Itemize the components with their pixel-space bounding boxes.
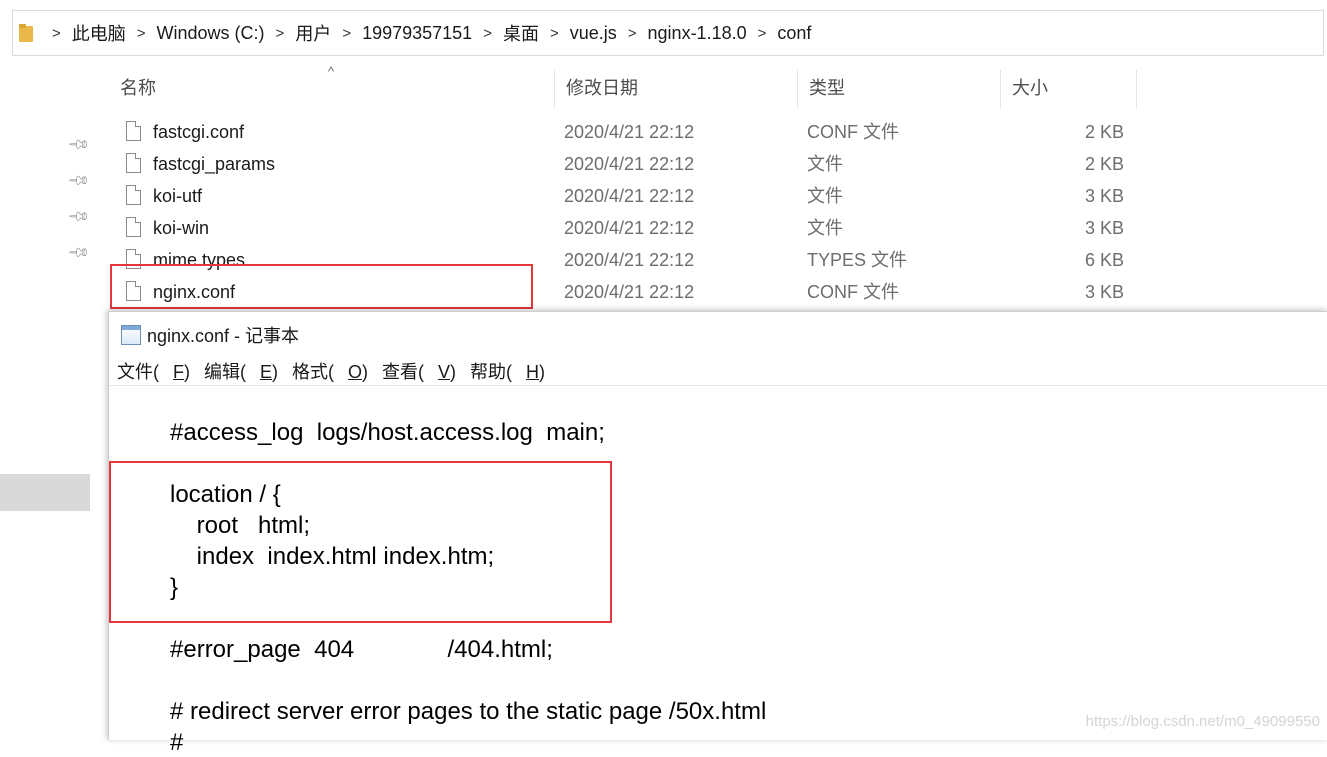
chevron-right-icon[interactable]: > xyxy=(628,25,637,42)
notepad-title-bar[interactable]: nginx.conf - 记事本 xyxy=(121,322,299,348)
file-size: 3 KB xyxy=(1084,218,1124,238)
file-date: 2020/4/21 22:12 xyxy=(564,186,695,206)
highlight-box xyxy=(110,264,533,309)
menu-paren: ) xyxy=(362,362,369,382)
file-size: 3 KB xyxy=(1084,282,1124,302)
file-type: CONF 文件 xyxy=(807,122,899,142)
notepad-icon xyxy=(121,325,141,345)
folder-icon xyxy=(19,24,33,42)
file-type: CONF 文件 xyxy=(807,282,899,302)
menu-divider xyxy=(109,385,1327,386)
file-date: 2020/4/21 22:12 xyxy=(564,250,695,270)
menu-paren: ) xyxy=(539,362,546,382)
file-date: 2020/4/21 22:12 xyxy=(564,218,695,238)
menu-help[interactable]: 帮助( H) xyxy=(470,358,545,384)
code-line: #error_page 404 /404.html; xyxy=(170,636,553,663)
menu-access-key: V xyxy=(438,362,451,382)
breadcrumb-users[interactable]: 用户 xyxy=(295,20,331,46)
file-size: 3 KB xyxy=(1084,186,1124,206)
nav-selected-item[interactable] xyxy=(0,474,90,511)
menu-edit[interactable]: 编辑( E) xyxy=(204,358,278,384)
chevron-right-icon[interactable]: > xyxy=(276,25,285,42)
code-line: # xyxy=(170,729,184,756)
chevron-right-icon[interactable]: > xyxy=(52,25,61,42)
breadcrumb-this-pc[interactable]: 此电脑 xyxy=(72,20,126,46)
file-row[interactable]: koi-utf 2020/4/21 22:12 文件 3 KB xyxy=(108,180,1138,212)
breadcrumb-windows-c[interactable]: Windows (C:) xyxy=(157,23,265,44)
menu-label: 格式( xyxy=(292,362,335,382)
address-bar[interactable]: > 此电脑 > Windows (C:) > 用户 > 19979357151 … xyxy=(12,10,1324,56)
menu-format[interactable]: 格式( O) xyxy=(292,358,368,384)
column-header-name[interactable]: 名称 xyxy=(108,70,554,108)
watermark: https://blog.csdn.net/m0_49099550 xyxy=(1085,713,1320,730)
menu-label: 帮助( xyxy=(470,362,513,382)
file-size: 6 KB xyxy=(1084,250,1124,270)
file-type: 文件 xyxy=(807,218,843,238)
file-name: koi-utf xyxy=(153,186,203,206)
pin-icon[interactable]: 📌︎ xyxy=(67,240,91,265)
file-size: 2 KB xyxy=(1084,122,1124,142)
file-row[interactable]: fastcgi.conf 2020/4/21 22:12 CONF 文件 2 K… xyxy=(108,116,1138,148)
file-type: 文件 xyxy=(807,186,843,206)
menu-view[interactable]: 查看( V) xyxy=(382,358,456,384)
file-row[interactable]: fastcgi_params 2020/4/21 22:12 文件 2 KB xyxy=(108,148,1138,180)
chevron-right-icon[interactable]: > xyxy=(550,25,559,42)
file-name: koi-win xyxy=(153,218,210,238)
column-header-date[interactable]: 修改日期 xyxy=(554,70,797,108)
column-header-type[interactable]: 类型 xyxy=(797,70,1000,108)
breadcrumb-user-folder[interactable]: 19979357151 xyxy=(362,23,472,44)
notepad-menu-bar: 文件( F) 编辑( E) 格式( O) 查看( V) 帮助( H) xyxy=(117,358,559,384)
menu-access-key: F xyxy=(173,362,184,382)
code-line: #access_log logs/host.access.log main; xyxy=(170,419,605,446)
menu-access-key: H xyxy=(526,362,540,382)
file-row[interactable]: koi-win 2020/4/21 22:12 文件 3 KB xyxy=(108,212,1138,244)
file-icon xyxy=(126,121,141,141)
highlight-box xyxy=(109,461,612,623)
menu-access-key: E xyxy=(260,362,273,382)
file-type: 文件 xyxy=(807,154,843,174)
code-line: # redirect server error pages to the sta… xyxy=(170,698,767,725)
column-header-row: ^ 名称 修改日期 类型 大小 xyxy=(108,64,1138,108)
menu-paren: ) xyxy=(450,362,457,382)
menu-label: 文件( xyxy=(117,362,159,382)
chevron-right-icon[interactable]: > xyxy=(483,25,492,42)
chevron-right-icon[interactable]: > xyxy=(758,25,767,42)
file-icon xyxy=(126,217,141,237)
column-header-size[interactable]: 大小 xyxy=(1000,70,1136,108)
pin-icon[interactable]: 📌︎ xyxy=(67,204,91,229)
pin-icon[interactable]: 📌︎ xyxy=(67,132,91,157)
column-divider[interactable] xyxy=(1136,70,1137,108)
menu-access-key: O xyxy=(348,362,363,382)
explorer-address-area: > 此电脑 > Windows (C:) > 用户 > 19979357151 … xyxy=(0,0,1327,66)
breadcrumb-nginx[interactable]: nginx-1.18.0 xyxy=(648,23,747,44)
menu-label: 编辑( xyxy=(204,362,246,382)
menu-label: 查看( xyxy=(382,362,425,382)
breadcrumb-conf[interactable]: conf xyxy=(777,23,811,44)
menu-paren: ) xyxy=(184,362,190,382)
file-icon xyxy=(126,185,141,205)
pin-icon[interactable]: 📌︎ xyxy=(67,168,91,193)
file-icon xyxy=(126,153,141,173)
menu-file[interactable]: 文件( F) xyxy=(117,358,190,384)
breadcrumb-vuejs[interactable]: vue.js xyxy=(570,23,617,44)
navigation-pane: 📌︎ 📌︎ 📌︎ 📌︎ xyxy=(0,66,92,739)
notepad-window: nginx.conf - 记事本 文件( F) 编辑( E) 格式( O) 查看( V)… xyxy=(108,311,1327,756)
file-type: TYPES 文件 xyxy=(807,250,908,270)
file-name: fastcgi_params xyxy=(153,154,276,174)
chevron-right-icon[interactable]: > xyxy=(137,25,146,42)
file-size: 2 KB xyxy=(1084,154,1124,174)
notepad-title: nginx.conf - 记事本 xyxy=(147,326,300,346)
file-date: 2020/4/21 22:12 xyxy=(564,154,695,174)
file-date: 2020/4/21 22:12 xyxy=(564,122,695,142)
menu-paren: ) xyxy=(272,362,279,382)
file-name: fastcgi.conf xyxy=(153,122,245,142)
breadcrumb-desktop[interactable]: 桌面 xyxy=(503,20,539,46)
file-date: 2020/4/21 22:12 xyxy=(564,282,695,302)
chevron-right-icon[interactable]: > xyxy=(342,25,351,42)
